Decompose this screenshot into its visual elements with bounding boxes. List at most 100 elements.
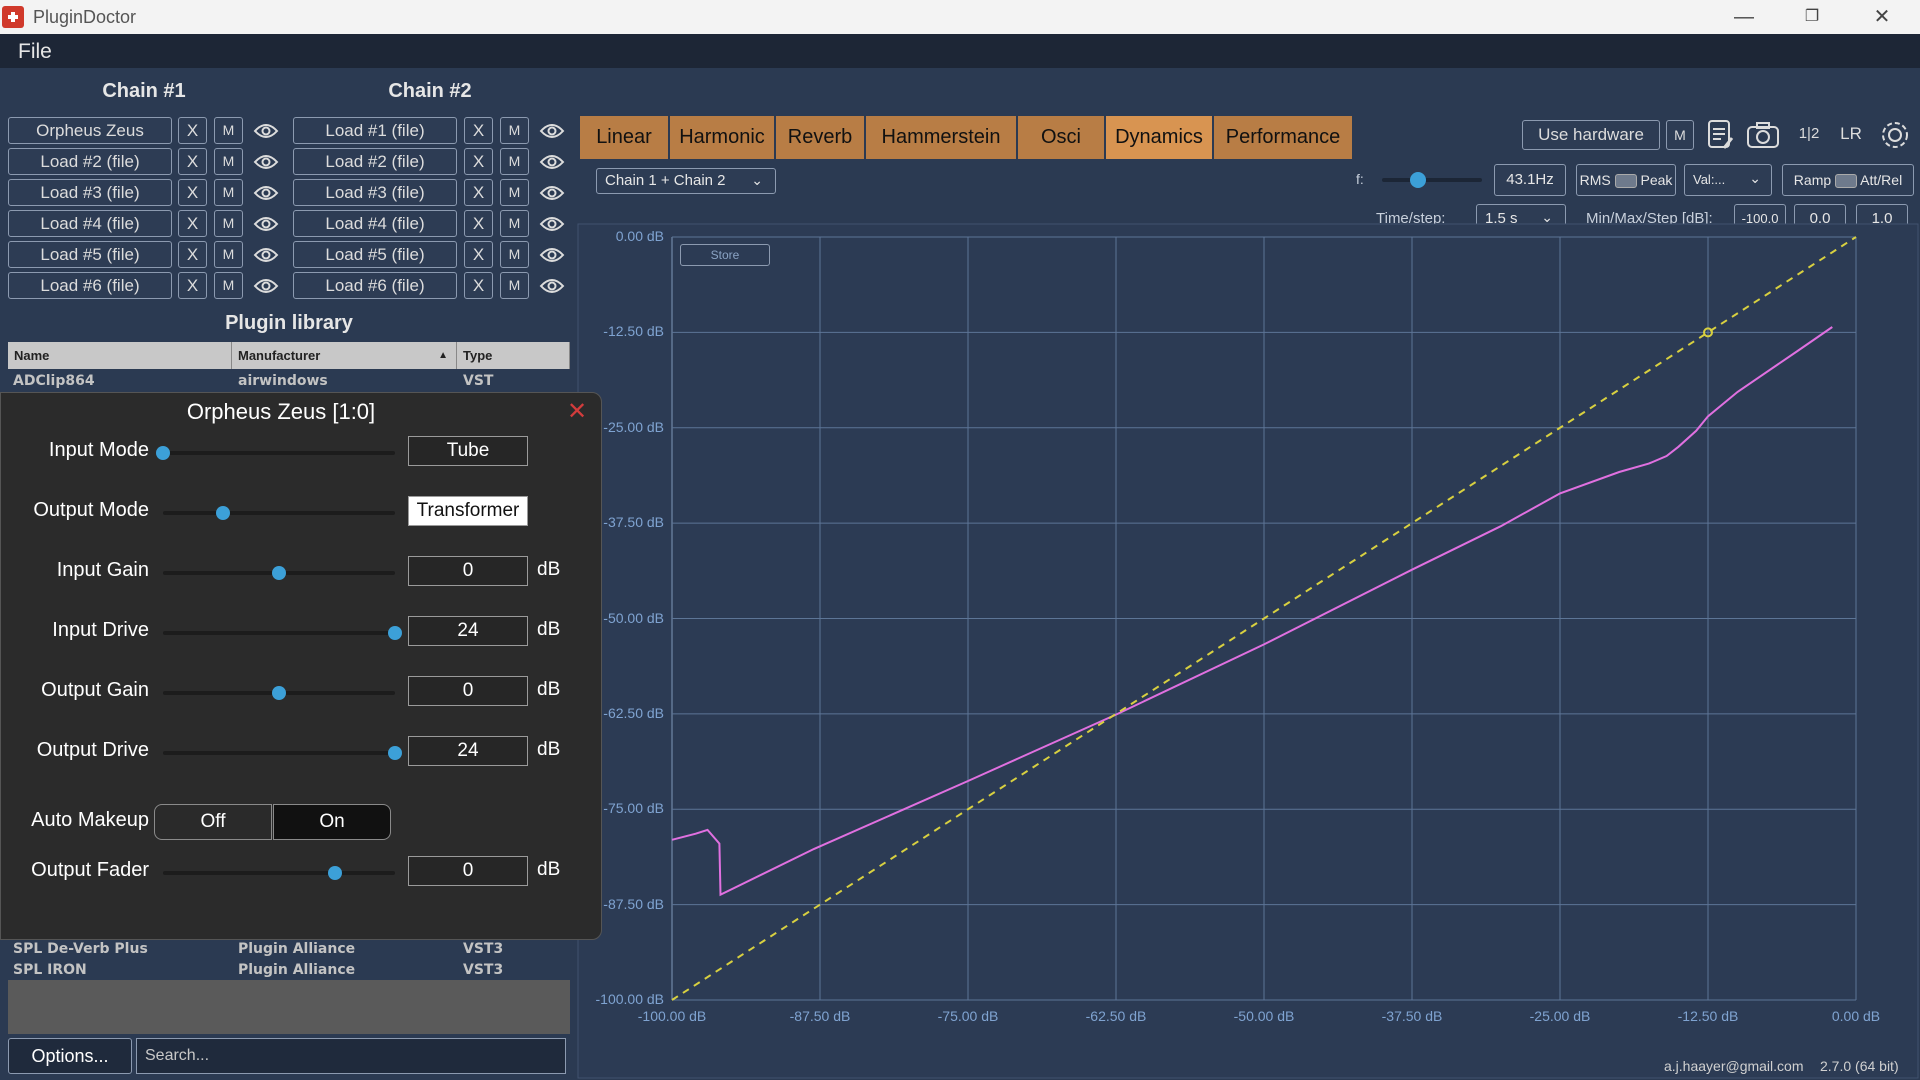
- tab-performance[interactable]: Performance: [1214, 116, 1354, 159]
- close-icon[interactable]: ✕: [567, 397, 587, 426]
- chain1-slot-2-remove-button[interactable]: X: [178, 148, 207, 175]
- chain2-slot-2-remove-button[interactable]: X: [464, 148, 493, 175]
- eye-icon[interactable]: [253, 246, 279, 264]
- chain2-slot-2-mute-button[interactable]: M: [500, 148, 529, 175]
- chain2-slot-5[interactable]: Load #5 (file): [293, 241, 457, 268]
- chain1-slot-6-mute-button[interactable]: M: [214, 272, 243, 299]
- chain1-slot-6[interactable]: Load #6 (file): [8, 272, 172, 299]
- library-row-name[interactable]: SPL De-Verb Plus: [13, 941, 148, 957]
- chain1-slot-4[interactable]: Load #4 (file): [8, 210, 172, 237]
- chain1-slot-1-remove-button[interactable]: X: [178, 117, 207, 144]
- chain2-slot-6[interactable]: Load #6 (file): [293, 272, 457, 299]
- eye-icon[interactable]: [253, 215, 279, 233]
- chain1-slot-5-remove-button[interactable]: X: [178, 241, 207, 268]
- output-drive-value[interactable]: 24: [408, 736, 528, 766]
- output-mode-value[interactable]: Transformer: [408, 496, 528, 526]
- library-row-name[interactable]: SPL IRON: [13, 962, 87, 978]
- eye-icon[interactable]: [253, 184, 279, 202]
- chain1-slot-4-mute-button[interactable]: M: [214, 210, 243, 237]
- input-gain-value[interactable]: 0: [408, 556, 528, 586]
- input-mode-slider-knob[interactable]: [156, 446, 170, 460]
- eye-icon[interactable]: [539, 215, 565, 233]
- chain1-slot-2-mute-button[interactable]: M: [214, 148, 243, 175]
- store-button[interactable]: Store: [680, 244, 770, 266]
- auto-makeup-on-button[interactable]: On: [273, 804, 391, 840]
- chain1-slot-3-remove-button[interactable]: X: [178, 179, 207, 206]
- restore-button[interactable]: ❐: [1778, 0, 1846, 34]
- camera-icon[interactable]: [1746, 120, 1780, 150]
- chain2-slot-1-remove-button[interactable]: X: [464, 117, 493, 144]
- time-step-select[interactable]: 1.5 s ⌄: [1476, 204, 1566, 234]
- close-window-button[interactable]: ✕: [1848, 0, 1916, 34]
- chain1-slot-5[interactable]: Load #5 (file): [8, 241, 172, 268]
- chain1-slot-3[interactable]: Load #3 (file): [8, 179, 172, 206]
- chain2-slot-5-mute-button[interactable]: M: [500, 241, 529, 268]
- tab-linear[interactable]: Linear: [580, 116, 670, 159]
- input-drive-slider[interactable]: [163, 626, 402, 640]
- output-mode-slider-knob[interactable]: [216, 506, 231, 520]
- chain2-slot-3-remove-button[interactable]: X: [464, 179, 493, 206]
- chain-select[interactable]: Chain 1 + Chain 2 ⌄: [596, 168, 776, 194]
- output-gain-slider-knob[interactable]: [272, 686, 286, 700]
- frequency-value[interactable]: 43.1Hz: [1494, 164, 1566, 196]
- eye-icon[interactable]: [253, 277, 279, 295]
- input-drive-value[interactable]: 24: [408, 616, 528, 646]
- tab-reverb[interactable]: Reverb: [776, 116, 866, 159]
- chain1-slot-1[interactable]: Orpheus Zeus: [8, 117, 172, 144]
- chain2-slot-6-mute-button[interactable]: M: [500, 272, 529, 299]
- lr-button[interactable]: LR: [1836, 120, 1866, 150]
- input-mode-slider[interactable]: [156, 446, 395, 460]
- tab-dynamics[interactable]: Dynamics: [1106, 116, 1214, 159]
- frequency-slider-knob[interactable]: [1410, 172, 1426, 188]
- settings-icon[interactable]: [1878, 118, 1912, 152]
- eye-icon[interactable]: [253, 153, 279, 171]
- search-input[interactable]: Search...: [136, 1038, 566, 1074]
- eye-icon[interactable]: [539, 277, 565, 295]
- use-hardware-button[interactable]: Use hardware: [1522, 120, 1660, 150]
- notes-icon[interactable]: [1706, 118, 1734, 152]
- input-gain-slider-knob[interactable]: [272, 566, 286, 580]
- input-drive-slider-knob[interactable]: [388, 626, 402, 640]
- auto-makeup-off-button[interactable]: Off: [154, 804, 272, 840]
- eye-icon[interactable]: [539, 184, 565, 202]
- eye-icon[interactable]: [253, 122, 279, 140]
- ramp-attrel-toggle[interactable]: Ramp Att/Rel: [1782, 164, 1914, 196]
- output-gain-value[interactable]: 0: [408, 676, 528, 706]
- output-fader-slider-knob[interactable]: [327, 866, 342, 880]
- chain2-slot-3[interactable]: Load #3 (file): [293, 179, 457, 206]
- eye-icon[interactable]: [539, 153, 565, 171]
- chain2-slot-1[interactable]: Load #1 (file): [293, 117, 457, 144]
- chain1-slot-3-mute-button[interactable]: M: [214, 179, 243, 206]
- output-fader-value[interactable]: 0: [408, 856, 528, 886]
- output-gain-slider[interactable]: [163, 686, 395, 700]
- chain2-slot-6-remove-button[interactable]: X: [464, 272, 493, 299]
- chain2-slot-4-mute-button[interactable]: M: [500, 210, 529, 237]
- library-row-name[interactable]: ADClip864: [13, 373, 95, 389]
- input-gain-slider[interactable]: [163, 566, 395, 580]
- column-header-manufacturer[interactable]: Manufacturer ▲: [232, 342, 457, 369]
- chain2-slot-4-remove-button[interactable]: X: [464, 210, 493, 237]
- output-mode-slider[interactable]: [163, 506, 395, 520]
- rms-peak-switch[interactable]: [1614, 174, 1637, 189]
- options-button[interactable]: Options...: [8, 1038, 132, 1074]
- min-db-input[interactable]: -100.0: [1734, 204, 1786, 234]
- tab-hammerstein[interactable]: Hammerstein: [866, 116, 1018, 159]
- eye-icon[interactable]: [539, 122, 565, 140]
- input-mode-value[interactable]: Tube: [408, 436, 528, 466]
- output-drive-slider-knob[interactable]: [388, 746, 402, 760]
- rms-peak-toggle[interactable]: RMS Peak: [1576, 164, 1676, 196]
- minimize-button[interactable]: —: [1710, 0, 1778, 34]
- chain2-slot-3-mute-button[interactable]: M: [500, 179, 529, 206]
- max-db-input[interactable]: 0.0: [1794, 204, 1846, 234]
- menu-file[interactable]: File: [18, 40, 52, 64]
- ramp-switch[interactable]: [1835, 174, 1858, 189]
- mute-button[interactable]: M: [1666, 120, 1694, 150]
- frequency-slider[interactable]: [1382, 172, 1482, 188]
- output-drive-slider[interactable]: [163, 746, 402, 760]
- column-header-name[interactable]: Name: [8, 342, 232, 369]
- chain1-slot-2[interactable]: Load #2 (file): [8, 148, 172, 175]
- column-header-type[interactable]: Type: [457, 342, 570, 369]
- chain2-slot-1-mute-button[interactable]: M: [500, 117, 529, 144]
- chain2-slot-5-remove-button[interactable]: X: [464, 241, 493, 268]
- output-fader-slider[interactable]: [163, 866, 395, 880]
